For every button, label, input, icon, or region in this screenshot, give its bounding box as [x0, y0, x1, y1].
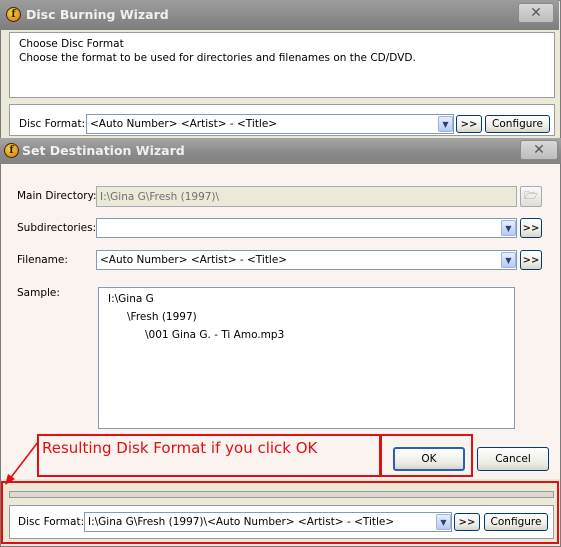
chevron-down-icon[interactable]: ▼: [438, 116, 453, 132]
subdirectories-combo[interactable]: [96, 218, 517, 238]
callout-arrow: [5, 441, 39, 485]
window-title: Disc Burning Wizard: [26, 7, 169, 22]
close-icon: ✕: [533, 142, 545, 158]
main-directory-field[interactable]: I:\Gina G\Fresh (1997)\: [96, 186, 517, 207]
callout-text: Resulting Disk Format if you click OK: [42, 439, 318, 457]
panel-description: Choose the format to be used for directo…: [19, 52, 416, 64]
filename-insert-button[interactable]: >>: [520, 250, 542, 270]
configure-button[interactable]: Configure: [485, 115, 550, 133]
result-highlight-box: [1, 481, 559, 544]
insert-field-button[interactable]: >>: [456, 115, 482, 133]
set-destination-wizard-titlebar[interactable]: f Set Destination Wizard ✕: [0, 138, 561, 164]
close-button[interactable]: ✕: [518, 3, 554, 23]
panel-heading: Choose Disc Format: [19, 38, 124, 50]
sample-line: I:\Gina G: [108, 293, 154, 305]
chevron-down-icon[interactable]: ▼: [501, 252, 516, 268]
ok-highlight-box: [380, 434, 473, 477]
filename-combo[interactable]: <Auto Number> <Artist> - <Title>: [96, 250, 517, 270]
app-logo-icon: f: [4, 143, 19, 158]
folder-open-icon: 🗁: [524, 189, 538, 202]
main-directory-value: I:\Gina G\Fresh (1997)\: [100, 190, 220, 203]
disc-format-label: Disc Format:: [19, 118, 86, 130]
app-logo-icon: f: [6, 7, 21, 22]
sample-line: \001 Gina G. - Ti Amo.mp3: [145, 329, 285, 341]
close-button[interactable]: ✕: [520, 140, 558, 160]
sample-preview: [98, 287, 515, 429]
disc-format-value: <Auto Number> <Artist> - <Title>: [90, 118, 278, 130]
sample-line: \Fresh (1997): [127, 311, 197, 323]
window-title: Set Destination Wizard: [22, 143, 185, 158]
subdirectories-insert-button[interactable]: >>: [520, 218, 542, 238]
subdirectories-label: Subdirectories:: [17, 222, 97, 234]
close-icon: ✕: [530, 5, 542, 21]
disc-format-combo[interactable]: <Auto Number> <Artist> - <Title>: [86, 114, 454, 134]
chevron-down-icon[interactable]: ▼: [501, 220, 516, 236]
cancel-button[interactable]: Cancel: [477, 447, 549, 471]
browse-folder-button[interactable]: 🗁: [520, 186, 542, 207]
disc-burning-wizard-titlebar[interactable]: f Disc Burning Wizard ✕: [0, 0, 559, 30]
filename-label: Filename:: [17, 254, 68, 266]
filename-value: <Auto Number> <Artist> - <Title>: [100, 254, 288, 266]
main-directory-label: Main Directory:: [17, 190, 97, 202]
sample-label: Sample:: [17, 287, 60, 299]
